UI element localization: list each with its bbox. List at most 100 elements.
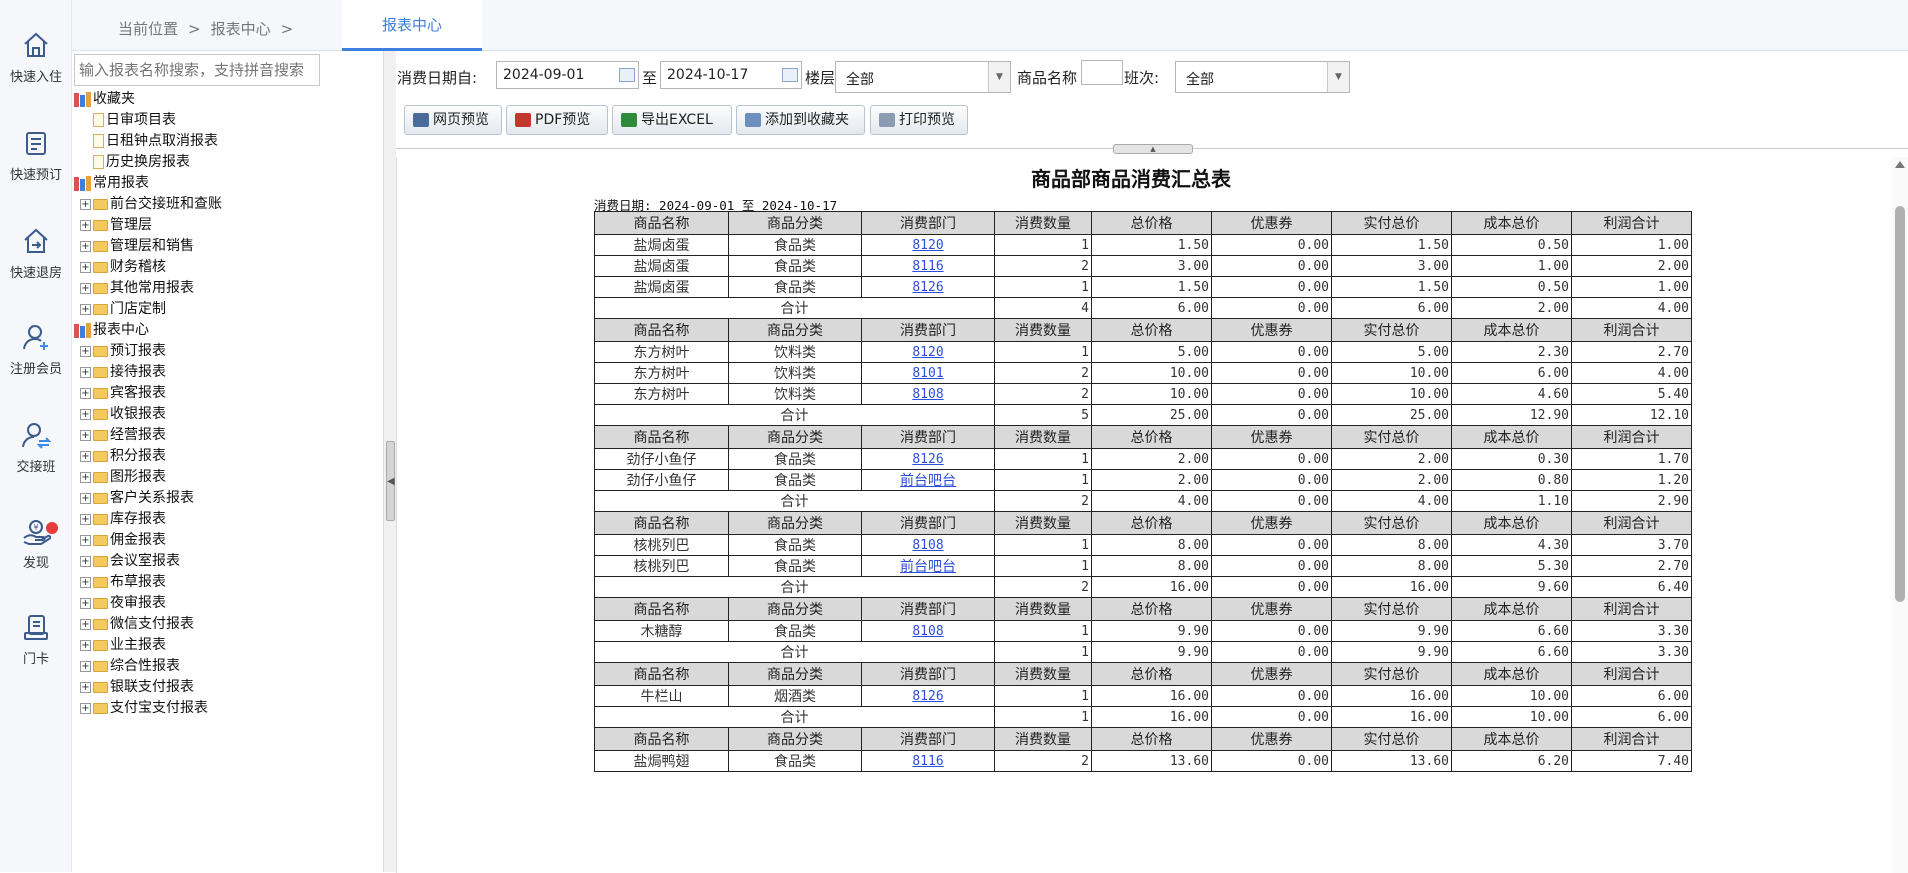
expand-icon[interactable]: + (80, 198, 91, 210)
discover-button[interactable]: ¥ 发现 (0, 516, 72, 596)
register-member-button[interactable]: 注册会员 (0, 322, 72, 402)
breadcrumb-item-report-center[interactable]: 报表中心 (211, 20, 271, 38)
tree-item[interactable]: + 管理层 (74, 215, 374, 236)
tree-item[interactable]: + 收银报表 (74, 404, 374, 425)
add-to-favorites-button[interactable]: 添加到收藏夹 (736, 105, 865, 135)
tree-item[interactable]: + 支付宝支付报表 (74, 698, 374, 719)
tree-item[interactable]: + 宾客报表 (74, 383, 374, 404)
expand-icon[interactable]: + (80, 576, 91, 588)
date-to-input[interactable]: 2024-10-17 (660, 61, 802, 89)
export-excel-button[interactable]: 导出EXCEL (612, 105, 732, 135)
scrollbar-thumb[interactable] (1895, 206, 1905, 602)
expand-icon[interactable]: + (80, 282, 91, 294)
tab-report-center[interactable]: 报表中心 (342, 0, 482, 51)
collapse-filter-handle[interactable]: ▲ (1113, 144, 1193, 154)
column-header: 商品分类 (728, 662, 862, 686)
department-link[interactable]: 前台吧台 (900, 559, 956, 575)
tree-item[interactable]: + 库存报表 (74, 509, 374, 530)
expand-icon[interactable]: + (80, 534, 91, 546)
tree-item[interactable]: + 微信支付报表 (74, 614, 374, 635)
quick-checkin-button[interactable]: 快速入住 (0, 30, 72, 110)
tree-item[interactable]: + 布草报表 (74, 572, 374, 593)
quick-checkout-button[interactable]: 快速退房 (0, 226, 72, 306)
expand-icon[interactable]: + (80, 681, 91, 693)
tree-item-label: 客户关系报表 (110, 490, 194, 506)
shift-select[interactable]: 全部 ▼ (1175, 61, 1350, 93)
department-link[interactable]: 前台吧台 (900, 473, 956, 489)
expand-icon[interactable]: + (80, 219, 91, 231)
expand-icon[interactable]: + (80, 366, 91, 378)
expand-icon[interactable]: + (80, 240, 91, 252)
tree-root-favorites[interactable]: 收藏夹 (74, 89, 374, 110)
panel-splitter[interactable]: ◀ (384, 51, 396, 872)
tree-root-common[interactable]: 常用报表 (74, 173, 374, 194)
date-from-input[interactable]: 2024-09-01 (496, 61, 639, 89)
expand-icon[interactable]: + (80, 303, 91, 315)
department-link[interactable]: 8120 (912, 238, 943, 253)
expand-icon[interactable]: + (80, 450, 91, 462)
vertical-scrollbar[interactable] (1892, 157, 1908, 873)
tree-item[interactable]: 日租钟点取消报表 (74, 131, 374, 152)
scroll-up-icon[interactable] (1895, 161, 1905, 168)
department-link[interactable]: 8126 (912, 280, 943, 295)
department-link[interactable]: 8108 (912, 538, 943, 553)
expand-icon[interactable]: + (80, 429, 91, 441)
expand-icon[interactable]: + (80, 513, 91, 525)
expand-icon[interactable]: + (80, 387, 91, 399)
tree-item[interactable]: + 佣金报表 (74, 530, 374, 551)
department-link[interactable]: 8101 (912, 366, 943, 381)
expand-icon[interactable]: + (80, 261, 91, 273)
department-link[interactable]: 8126 (912, 452, 943, 467)
calendar-icon[interactable] (619, 68, 635, 82)
tree-item[interactable]: + 预订报表 (74, 341, 374, 362)
collapse-panel-handle[interactable]: ◀ (386, 441, 395, 521)
expand-icon[interactable]: + (80, 408, 91, 420)
tree-item[interactable]: 日审项目表 (74, 110, 374, 131)
expand-icon[interactable]: + (80, 492, 91, 504)
department-link[interactable]: 8126 (912, 689, 943, 704)
report-search-input[interactable] (74, 54, 320, 86)
tree-item[interactable]: + 业主报表 (74, 635, 374, 656)
expand-icon[interactable]: + (80, 702, 91, 714)
expand-icon[interactable]: + (80, 345, 91, 357)
tree-item[interactable]: + 夜审报表 (74, 593, 374, 614)
subtotal-label: 合计 (594, 576, 995, 598)
expand-icon[interactable]: + (80, 471, 91, 483)
tree-item[interactable]: + 图形报表 (74, 467, 374, 488)
tree-item[interactable]: + 管理层和销售 (74, 236, 374, 257)
register-member-label: 注册会员 (9, 362, 62, 377)
print-preview-button[interactable]: 打印预览 (870, 105, 968, 135)
expand-icon[interactable]: + (80, 597, 91, 609)
expand-icon[interactable]: + (80, 639, 91, 651)
tree-item[interactable]: + 经营报表 (74, 425, 374, 446)
pdf-preview-button[interactable]: PDF预览 (506, 105, 608, 135)
product-name-input[interactable] (1081, 60, 1123, 85)
department-link[interactable]: 8120 (912, 345, 943, 360)
shift-handover-button[interactable]: 交接班 (0, 420, 72, 500)
tree-item[interactable]: + 综合性报表 (74, 656, 374, 677)
tree-item[interactable]: + 财务稽核 (74, 257, 374, 278)
department-link[interactable]: 8108 (912, 387, 943, 402)
tree-item[interactable]: + 其他常用报表 (74, 278, 374, 299)
floor-select[interactable]: 全部 ▼ (835, 61, 1011, 93)
tree-item[interactable]: + 会议室报表 (74, 551, 374, 572)
expand-icon[interactable]: + (80, 555, 91, 567)
web-preview-button[interactable]: 网页预览 (404, 105, 502, 135)
quick-booking-button[interactable]: 快速预订 (0, 128, 72, 208)
tree-item[interactable]: + 门店定制 (74, 299, 374, 320)
tree-root-center[interactable]: 报表中心 (74, 320, 374, 341)
tree-item[interactable]: + 接待报表 (74, 362, 374, 383)
expand-icon[interactable]: + (80, 618, 91, 630)
department-link[interactable]: 8116 (912, 754, 943, 769)
tree-item[interactable]: 历史换房报表 (74, 152, 374, 173)
tree-item[interactable]: + 前台交接班和查账 (74, 194, 374, 215)
tree-item[interactable]: + 银联支付报表 (74, 677, 374, 698)
department-link[interactable]: 8116 (912, 259, 943, 274)
department-link[interactable]: 8108 (912, 624, 943, 639)
expand-icon[interactable]: + (80, 660, 91, 672)
tree-item[interactable]: + 客户关系报表 (74, 488, 374, 509)
calendar-icon[interactable] (782, 68, 798, 82)
door-card-button[interactable]: 门卡 (0, 612, 72, 692)
tree-item[interactable]: + 积分报表 (74, 446, 374, 467)
department-cell: 前台吧台 (861, 469, 995, 491)
